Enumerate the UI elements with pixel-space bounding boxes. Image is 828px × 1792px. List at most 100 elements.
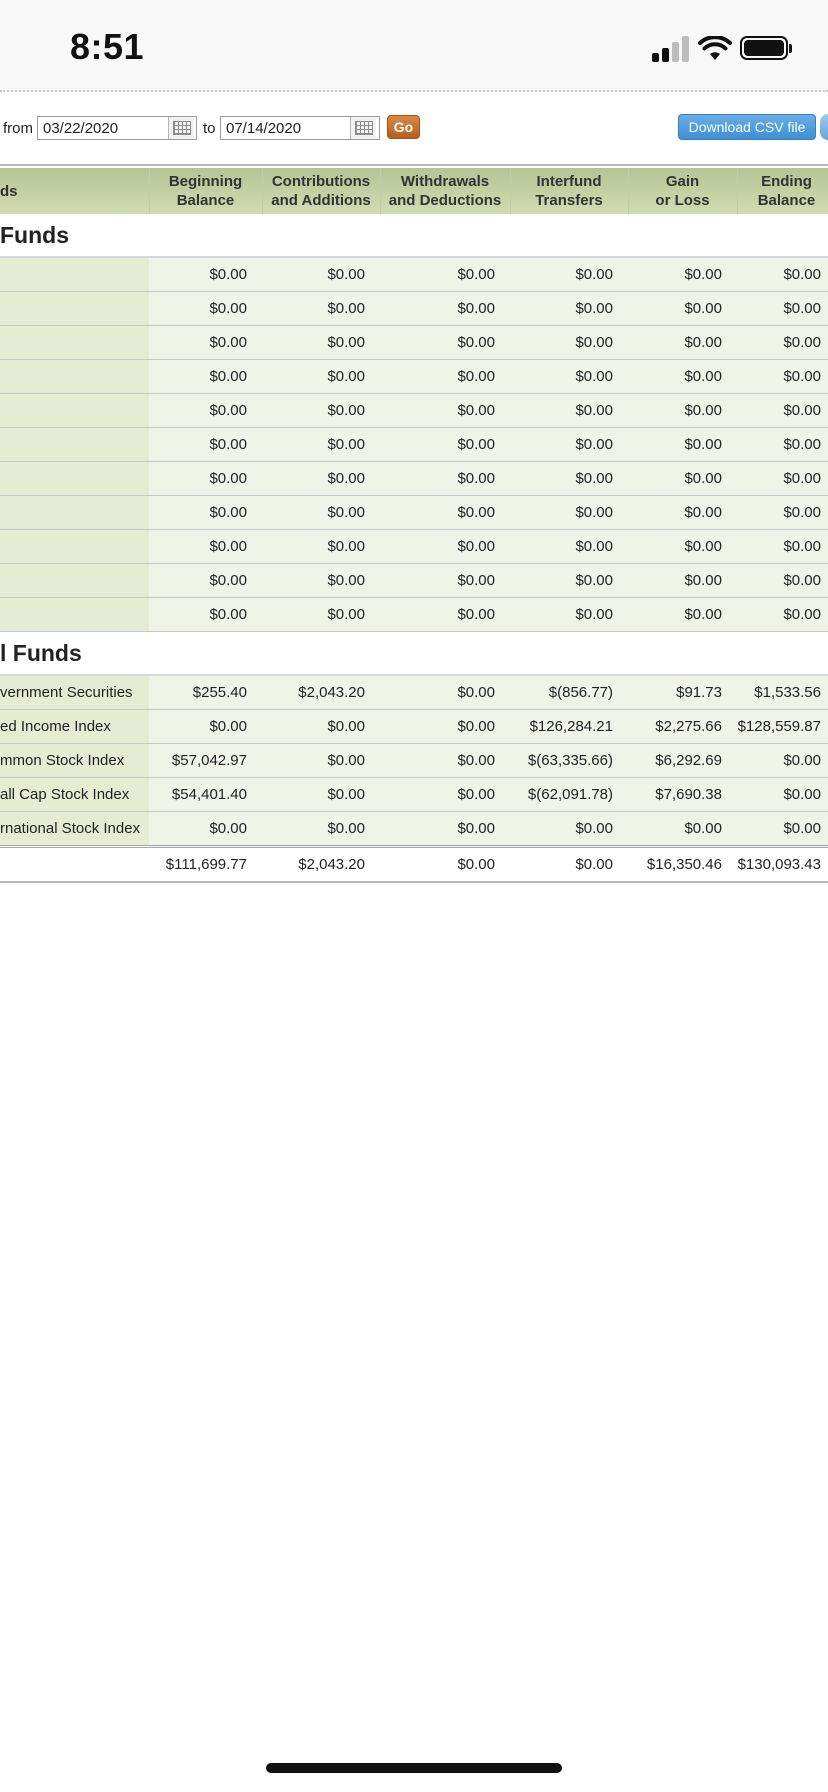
battery-icon — [740, 36, 792, 62]
fund-name-cell[interactable] — [0, 257, 149, 292]
interfund-cell: $0.00 — [510, 811, 628, 847]
fund-name-cell[interactable]: mmon Stock Index — [0, 743, 149, 778]
gain-cell: $7,690.38 — [628, 777, 737, 812]
fund-name-cell[interactable] — [0, 427, 149, 462]
fund-name-cell[interactable]: all Cap Stock Index — [0, 777, 149, 812]
date-range-filter: from 03/22/2020 to 07/14/2020 Go Downloa… — [0, 112, 828, 148]
interfund-cell: $0.00 — [510, 325, 628, 360]
table-row: $0.00 $0.00 $0.00 $0.00 $0.00 $0.00 — [0, 597, 828, 632]
from-calendar-icon[interactable] — [168, 117, 194, 139]
table-row: $0.00 $0.00 $0.00 $0.00 $0.00 $0.00 — [0, 461, 828, 496]
contributions-cell: $0.00 — [262, 359, 380, 394]
gain-cell: $91.73 — [628, 675, 737, 710]
withdrawals-cell: $0.00 — [380, 257, 510, 292]
gain-cell: $0.00 — [628, 427, 737, 462]
contributions-cell: $0.00 — [262, 743, 380, 778]
interfund-cell: $0.00 — [510, 257, 628, 292]
beginning-cell: $0.00 — [149, 811, 262, 847]
total-contributions-cell: $2,043.20 — [262, 845, 380, 883]
gain-cell: $0.00 — [628, 393, 737, 428]
ending-cell: $0.00 — [737, 777, 828, 812]
interfund-cell: $0.00 — [510, 393, 628, 428]
beginning-cell: $54,401.40 — [149, 777, 262, 812]
withdrawals-cell: $0.00 — [380, 597, 510, 632]
beginning-cell: $0.00 — [149, 495, 262, 530]
table-row: $0.00 $0.00 $0.00 $0.00 $0.00 $0.00 — [0, 393, 828, 428]
beginning-cell: $0.00 — [149, 427, 262, 462]
total-withdrawals-cell: $0.00 — [380, 845, 510, 883]
divider — [0, 90, 828, 92]
fund-name-cell[interactable] — [0, 461, 149, 496]
table-row: rnational Stock Index $0.00 $0.00 $0.00 $0.0… — [0, 811, 828, 847]
contributions-cell: $0.00 — [262, 461, 380, 496]
ending-cell: $0.00 — [737, 427, 828, 462]
table-row: $0.00 $0.00 $0.00 $0.00 $0.00 $0.00 — [0, 257, 828, 292]
beginning-cell: $0.00 — [149, 709, 262, 744]
fund-name-cell[interactable]: rnational Stock Index — [0, 811, 149, 847]
withdrawals-cell: $0.00 — [380, 325, 510, 360]
fund-name-cell[interactable] — [0, 393, 149, 428]
fund-name-cell[interactable]: ed Income Index — [0, 709, 149, 744]
section-header-row: l Funds — [0, 631, 828, 676]
withdrawals-cell: $0.00 — [380, 777, 510, 812]
header-gain-or-loss: Gain or Loss — [628, 168, 738, 214]
ending-cell: $0.00 — [737, 563, 828, 598]
table-row: $0.00 $0.00 $0.00 $0.00 $0.00 $0.00 — [0, 291, 828, 326]
contributions-cell: $0.00 — [262, 777, 380, 812]
go-button[interactable]: Go — [387, 115, 420, 139]
contributions-cell: $0.00 — [262, 257, 380, 292]
home-indicator — [266, 1763, 562, 1773]
table-row: $0.00 $0.00 $0.00 $0.00 $0.00 $0.00 — [0, 563, 828, 598]
interfund-cell: $0.00 — [510, 529, 628, 564]
table-row: mmon Stock Index $57,042.97 $0.00 $0.00 $(63… — [0, 743, 828, 778]
to-calendar-icon[interactable] — [350, 117, 376, 139]
interfund-cell: $0.00 — [510, 427, 628, 462]
gain-cell: $0.00 — [628, 359, 737, 394]
total-interfund-cell: $0.00 — [510, 845, 628, 883]
fund-name-cell[interactable] — [0, 325, 149, 360]
download-csv-button[interactable]: Download CSV file — [678, 114, 816, 140]
contributions-cell: $0.00 — [262, 597, 380, 632]
contributions-cell: $0.00 — [262, 563, 380, 598]
interfund-cell: $0.00 — [510, 495, 628, 530]
table-row: $0.00 $0.00 $0.00 $0.00 $0.00 $0.00 — [0, 325, 828, 360]
ending-cell: $0.00 — [737, 325, 828, 360]
help-button[interactable] — [820, 114, 828, 140]
fund-name-cell[interactable] — [0, 359, 149, 394]
beginning-cell: $0.00 — [149, 359, 262, 394]
withdrawals-cell: $0.00 — [380, 461, 510, 496]
fund-name-cell[interactable]: vernment Securities — [0, 675, 149, 710]
fund-name-cell[interactable] — [0, 529, 149, 564]
ending-cell: $0.00 — [737, 811, 828, 847]
beginning-cell: $0.00 — [149, 461, 262, 496]
withdrawals-cell: $0.00 — [380, 811, 510, 847]
section-title: Funds — [0, 214, 828, 258]
interfund-cell: $0.00 — [510, 597, 628, 632]
gain-cell: $0.00 — [628, 325, 737, 360]
withdrawals-cell: $0.00 — [380, 427, 510, 462]
fund-name-cell[interactable] — [0, 563, 149, 598]
gain-cell: $6,292.69 — [628, 743, 737, 778]
beginning-cell: $0.00 — [149, 529, 262, 564]
section-header-row: Funds — [0, 214, 828, 258]
fund-name-cell[interactable] — [0, 291, 149, 326]
fund-name-cell[interactable] — [0, 495, 149, 530]
table-header-row: ds Beginning Balance Contributions and Add… — [0, 168, 828, 214]
ending-cell: $0.00 — [737, 393, 828, 428]
contributions-cell: $0.00 — [262, 291, 380, 326]
table-row: $0.00 $0.00 $0.00 $0.00 $0.00 $0.00 — [0, 427, 828, 462]
table-row: vernment Securities $255.40 $2,043.20 $0.00… — [0, 675, 828, 710]
contributions-cell: $0.00 — [262, 325, 380, 360]
contributions-cell: $0.00 — [262, 427, 380, 462]
ending-cell: $0.00 — [737, 529, 828, 564]
interfund-cell: $0.00 — [510, 563, 628, 598]
beginning-cell: $0.00 — [149, 393, 262, 428]
fund-name-cell[interactable] — [0, 597, 149, 632]
contributions-cell: $2,043.20 — [262, 675, 380, 710]
gain-cell: $0.00 — [628, 495, 737, 530]
fund-activity-table: ds Beginning Balance Contributions and Add… — [0, 168, 828, 883]
gain-cell: $0.00 — [628, 811, 737, 847]
header-contributions: Contributions and Additions — [262, 168, 381, 214]
gain-cell: $0.00 — [628, 563, 737, 598]
withdrawals-cell: $0.00 — [380, 291, 510, 326]
